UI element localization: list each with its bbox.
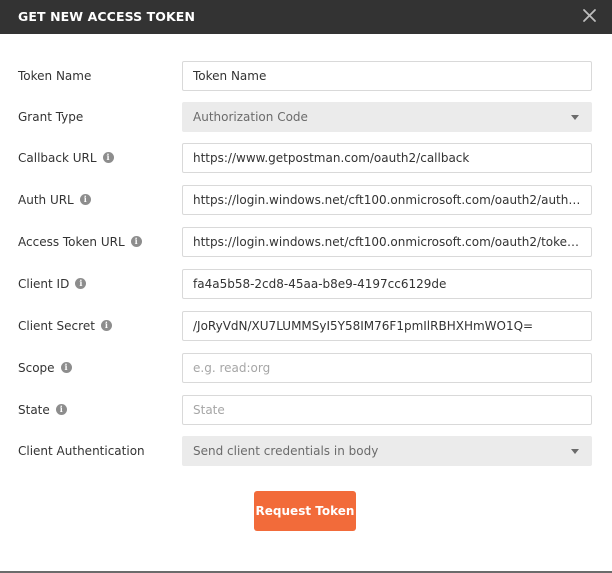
client-id-row: Client ID i [0, 269, 612, 299]
grant-type-label: Grant Type [18, 110, 84, 124]
client-secret-field[interactable] [182, 311, 592, 341]
info-icon[interactable]: i [130, 236, 142, 247]
grant-type-select[interactable]: Authorization Code [182, 102, 592, 132]
client-secret-row: Client Secret i [0, 311, 612, 341]
client-id-label-text: Client ID [18, 277, 70, 291]
client-secret-label: Client Secret i [18, 311, 112, 341]
auth-url-label: Auth URL i [18, 185, 91, 215]
info-icon[interactable]: i [100, 320, 112, 331]
dialog-title: GET NEW ACCESS TOKEN [18, 9, 196, 24]
info-icon[interactable]: i [79, 194, 91, 205]
scope-label-text: Scope [18, 361, 55, 375]
callback-url-label-text: Callback URL [18, 151, 97, 165]
client-id-field[interactable] [182, 269, 592, 299]
scope-input[interactable] [193, 354, 581, 382]
access-token-url-row: Access Token URL i https://login.windows.… [0, 227, 612, 257]
state-input[interactable] [193, 396, 581, 424]
scope-label: Scope i [18, 353, 72, 383]
access-token-url-value: https://login.windows.net/cft100.onmicro… [193, 235, 592, 249]
auth-url-value: https://login.windows.net/cft100.onmicro… [193, 193, 592, 207]
close-icon[interactable] [578, 4, 602, 28]
token-name-field[interactable] [182, 61, 592, 91]
grant-type-value: Authorization Code [193, 110, 308, 124]
client-secret-input[interactable] [193, 312, 581, 340]
auth-url-row: Auth URL i https://login.windows.net/cft1… [0, 185, 612, 215]
client-authentication-value: Send client credentials in body [193, 444, 379, 458]
request-token-button[interactable]: Request Token [254, 491, 356, 531]
client-authentication-select[interactable]: Send client credentials in body [182, 436, 592, 466]
grant-type-row: Grant Type Authorization Code [0, 102, 612, 132]
state-field[interactable] [182, 395, 592, 425]
get-access-token-dialog: GET NEW ACCESS TOKEN Token Name Grant Ty… [0, 0, 612, 573]
state-label: State i [18, 395, 67, 425]
close-icon-svg [583, 9, 596, 22]
auth-url-label-text: Auth URL [18, 193, 74, 207]
info-icon[interactable]: i [75, 278, 87, 289]
callback-url-field[interactable] [182, 143, 592, 173]
info-icon[interactable]: i [55, 404, 67, 415]
dialog-header: GET NEW ACCESS TOKEN [0, 0, 612, 34]
callback-url-label: Callback URL i [18, 143, 114, 173]
client-authentication-row: Client Authentication Send client creden… [0, 436, 612, 466]
access-token-url-label: Access Token URL i [18, 227, 142, 257]
state-label-text: State [18, 403, 50, 417]
chevron-down-icon [571, 115, 579, 120]
callback-url-input[interactable] [193, 144, 581, 172]
client-authentication-label: Client Authentication [18, 444, 145, 458]
info-icon[interactable]: i [60, 362, 72, 373]
access-token-url-field[interactable]: https://login.windows.net/cft100.onmicro… [182, 227, 592, 257]
scope-field[interactable] [182, 353, 592, 383]
client-id-input[interactable] [193, 270, 581, 298]
scope-row: Scope i [0, 353, 612, 383]
state-row: State i [0, 395, 612, 425]
chevron-down-icon [571, 449, 579, 454]
client-secret-label-text: Client Secret [18, 319, 95, 333]
auth-url-field[interactable]: https://login.windows.net/cft100.onmicro… [182, 185, 592, 215]
token-name-row: Token Name [0, 61, 612, 91]
token-name-label: Token Name [18, 69, 92, 83]
client-id-label: Client ID i [18, 269, 87, 299]
callback-url-row: Callback URL i [0, 143, 612, 173]
info-icon[interactable]: i [102, 152, 114, 163]
access-token-url-label-text: Access Token URL [18, 235, 125, 249]
token-name-input[interactable] [193, 62, 581, 90]
